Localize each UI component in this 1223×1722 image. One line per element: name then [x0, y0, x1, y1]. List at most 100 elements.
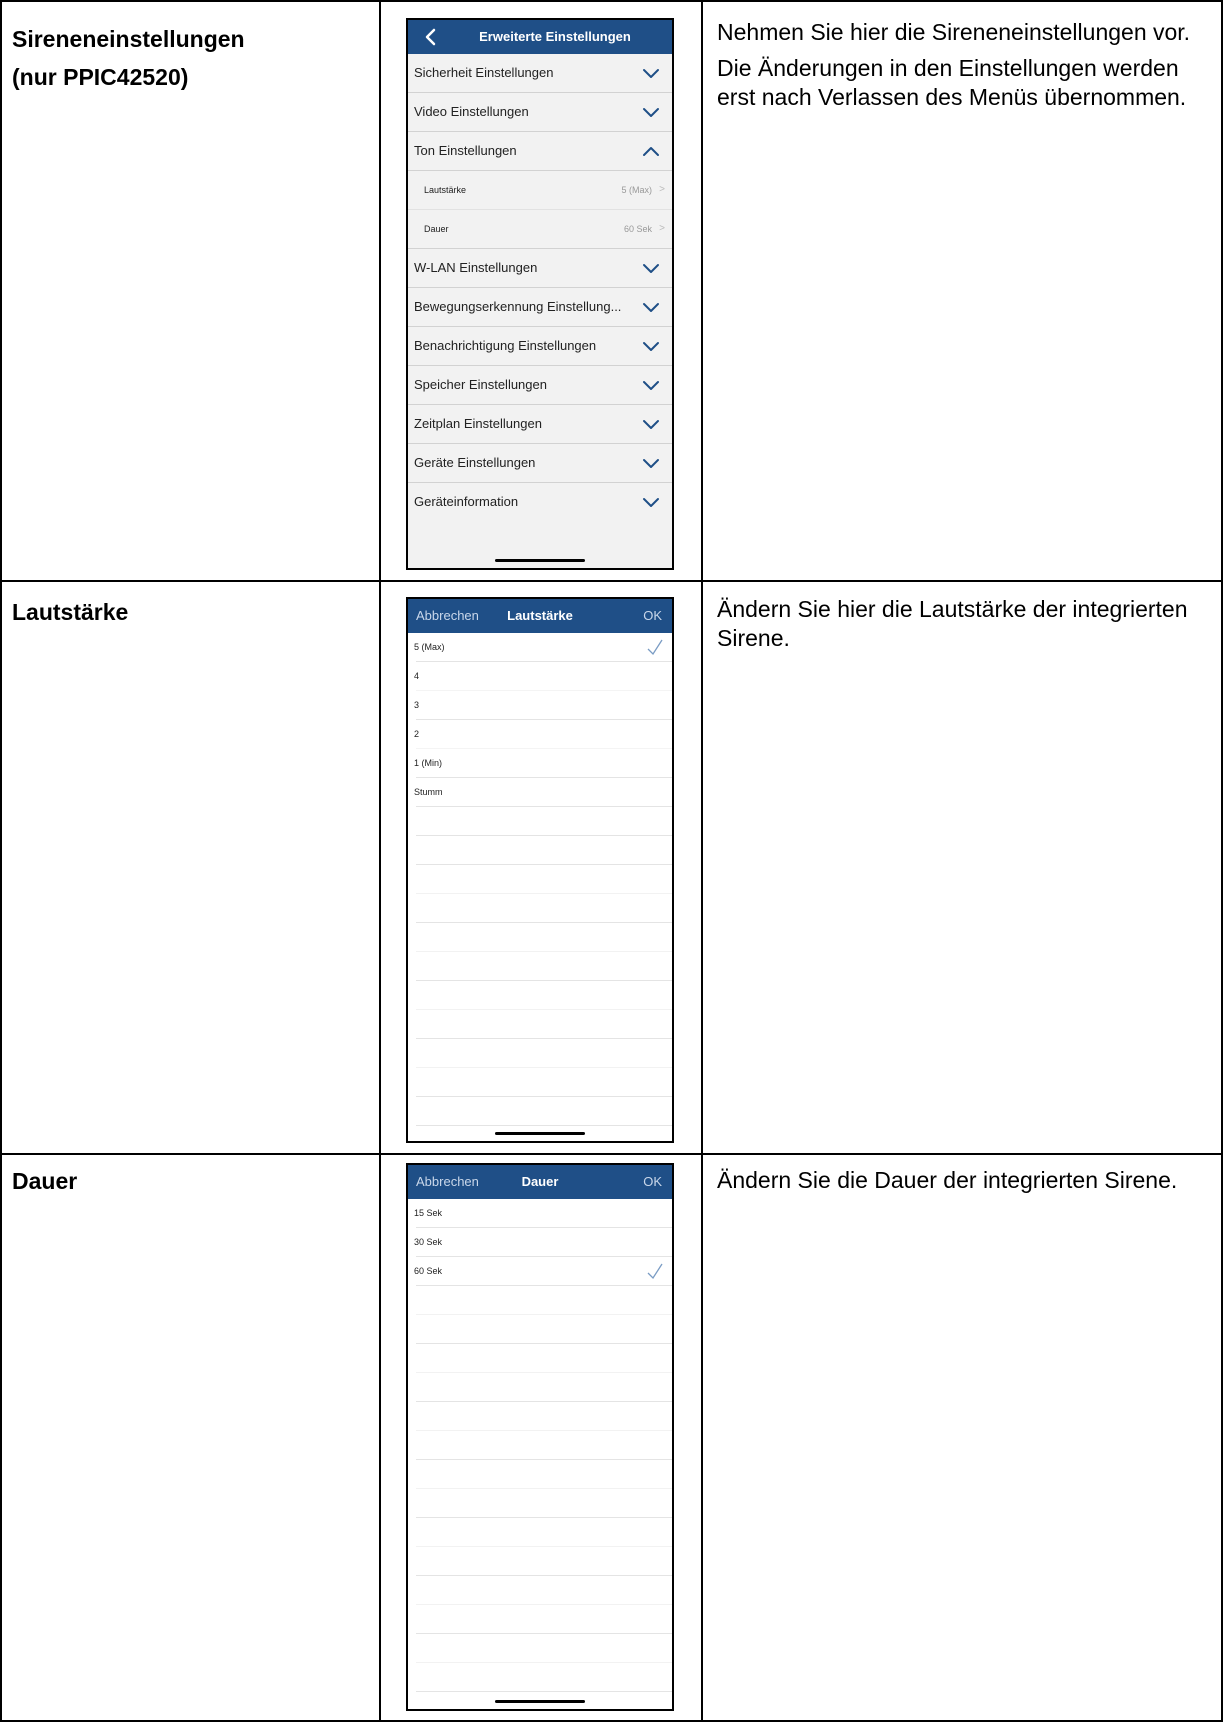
chevron-right-icon: >	[659, 223, 665, 234]
empty-row	[416, 1315, 672, 1344]
list-item[interactable]: 1 (Min)	[414, 749, 672, 778]
row-label: Lautstärke	[12, 593, 128, 631]
menu-item-speicher[interactable]: Speicher Einstellungen	[408, 366, 672, 405]
ok-button[interactable]: OK	[643, 1165, 662, 1199]
document-table: Sireneneinstellungen (nur PPIC42520) Neh…	[0, 0, 1223, 1722]
empty-row	[416, 1373, 672, 1402]
menu-item-label: Sicherheit Einstellungen	[414, 65, 554, 80]
empty-row	[416, 865, 672, 894]
empty-row	[416, 894, 672, 923]
submenu-item-dauer[interactable]: Dauer 60 Sek >	[408, 210, 672, 249]
menu-item-geraete[interactable]: Geräte Einstellungen	[408, 444, 672, 483]
settings-menu: Sicherheit Einstellungen Video Einstellu…	[408, 54, 672, 568]
empty-row	[416, 1286, 672, 1315]
description-paragraph: Die Änderungen in den Einstellungen werd…	[717, 55, 1187, 110]
menu-item-video[interactable]: Video Einstellungen	[408, 93, 672, 132]
row-label-line: Dauer	[12, 1168, 78, 1194]
menu-item-label: Benachrichtigung Einstellungen	[414, 338, 597, 353]
list-item[interactable]: 15 Sek	[414, 1199, 672, 1228]
nav-bar: Abbrechen Lautstärke OK	[408, 599, 672, 633]
row-description: Ändern Sie hier die Lautstärke der integ…	[717, 595, 1203, 660]
description-paragraph: Ändern Sie die Dauer der integrierten Si…	[717, 1167, 1178, 1193]
list-item[interactable]: 2	[414, 720, 672, 749]
list-item[interactable]: Stumm	[414, 778, 672, 807]
empty-row	[416, 836, 672, 865]
chevron-down-icon	[643, 108, 659, 117]
empty-row	[416, 1634, 672, 1663]
empty-row	[416, 1518, 672, 1547]
option-label: 3	[414, 700, 420, 710]
label-cell: Sireneneinstellungen (nur PPIC42520)	[0, 0, 380, 581]
list-item[interactable]: 4	[414, 662, 672, 691]
menu-item-label: W-LAN Einstellungen	[414, 260, 538, 275]
chevron-down-icon	[643, 498, 659, 507]
menu-item-label: Bewegungserkennung Einstellung...	[414, 299, 622, 314]
list-item[interactable]: 30 Sek	[414, 1228, 672, 1257]
nav-bar: Erweiterte Einstellungen	[408, 20, 672, 54]
screen-title: Lautstärke	[507, 608, 573, 623]
list-item[interactable]: 60 Sek	[414, 1257, 672, 1286]
row-divider	[0, 580, 1223, 582]
checkmark-icon	[647, 639, 663, 656]
option-label: 1 (Min)	[414, 758, 443, 768]
label-cell: Dauer	[0, 1154, 380, 1722]
submenu-item-value: 60 Sek	[623, 224, 652, 234]
empty-row	[416, 1068, 672, 1097]
empty-row	[416, 1431, 672, 1460]
empty-row	[416, 1460, 672, 1489]
home-indicator	[495, 1132, 585, 1135]
screen-title: Erweiterte Einstellungen	[479, 29, 631, 44]
chevron-down-icon	[643, 381, 659, 390]
empty-row	[416, 1039, 672, 1068]
list-item[interactable]: 3	[414, 691, 672, 720]
menu-item-ton[interactable]: Ton Einstellungen	[408, 132, 672, 171]
column-divider	[701, 0, 703, 1722]
description-paragraph: Nehmen Sie hier die Sireneneinstellungen…	[717, 19, 1191, 45]
empty-row	[416, 981, 672, 1010]
home-indicator	[495, 1700, 585, 1703]
description-paragraph: Ändern Sie hier die Lautstärke der integ…	[717, 596, 1188, 651]
row-description: Ändern Sie die Dauer der integrierten Si…	[717, 1166, 1203, 1202]
list-item[interactable]: 5 (Max)	[414, 633, 672, 662]
chevron-right-icon: >	[659, 184, 665, 195]
table-border	[0, 0, 1223, 2]
empty-row	[416, 952, 672, 981]
menu-item-label: Speicher Einstellungen	[414, 377, 547, 392]
empty-row	[416, 1489, 672, 1518]
label-cell: Lautstärke	[0, 581, 380, 1154]
menu-item-wlan[interactable]: W-LAN Einstellungen	[408, 249, 672, 288]
chevron-down-icon	[643, 459, 659, 468]
empty-row	[416, 1663, 672, 1692]
row-description: Nehmen Sie hier die Sireneneinstellungen…	[717, 18, 1203, 119]
table-border	[0, 0, 2, 1722]
menu-item-benachrichtigung[interactable]: Benachrichtigung Einstellungen	[408, 327, 672, 366]
volume-screenshot: Abbrechen Lautstärke OK 5 (Max) 4 3 2 1 …	[406, 597, 674, 1143]
option-label: 2	[414, 729, 420, 739]
duration-screenshot: Abbrechen Dauer OK 15 Sek 30 Sek 60 Sek	[406, 1163, 674, 1711]
duration-options-list: 15 Sek 30 Sek 60 Sek	[408, 1199, 672, 1709]
option-label: Stumm	[414, 787, 443, 797]
chevron-down-icon	[643, 420, 659, 429]
chevron-up-icon	[643, 147, 659, 156]
empty-row	[416, 1010, 672, 1039]
column-divider	[379, 0, 381, 1722]
row-label: Sireneneinstellungen (nur PPIC42520)	[12, 20, 245, 96]
row-label-line: Lautstärke	[12, 599, 129, 625]
menu-item-label: Video Einstellungen	[414, 104, 529, 119]
menu-item-bewegungserkennung[interactable]: Bewegungserkennung Einstellung...	[408, 288, 672, 327]
chevron-down-icon	[643, 264, 659, 273]
menu-item-sicherheit[interactable]: Sicherheit Einstellungen	[408, 54, 672, 93]
empty-row	[416, 1402, 672, 1431]
row-label-line: (nur PPIC42520)	[12, 64, 189, 90]
menu-item-zeitplan[interactable]: Zeitplan Einstellungen	[408, 405, 672, 444]
menu-item-geraeteinformation[interactable]: Geräteinformation	[408, 483, 672, 521]
empty-row	[416, 1547, 672, 1576]
empty-row	[416, 923, 672, 952]
ok-button[interactable]: OK	[643, 599, 662, 633]
description-cell: Ändern Sie die Dauer der integrierten Si…	[702, 1154, 1223, 1722]
chevron-left-icon[interactable]	[423, 27, 439, 47]
volume-options-list: 5 (Max) 4 3 2 1 (Min) Stumm	[408, 633, 672, 1126]
empty-row	[416, 1576, 672, 1605]
submenu-item-lautstaerke[interactable]: Lautstärke 5 (Max) >	[408, 171, 672, 210]
option-label: 60 Sek	[414, 1266, 443, 1276]
